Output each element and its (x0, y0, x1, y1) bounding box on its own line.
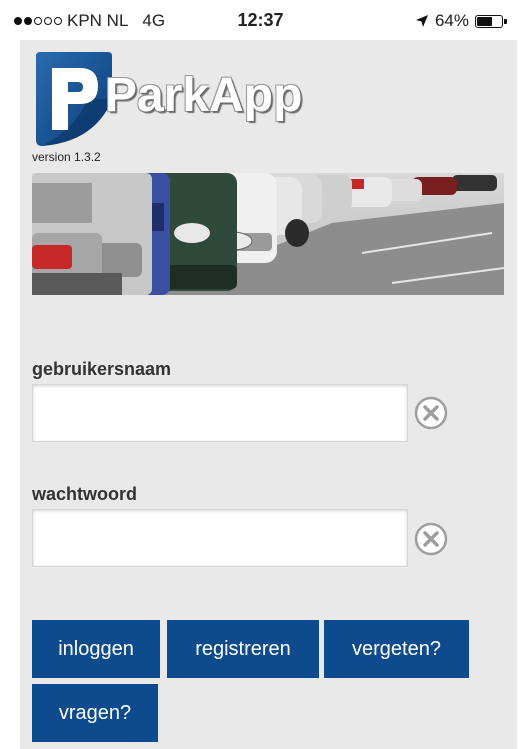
battery-fill (477, 16, 493, 26)
register-button[interactable]: registreren (167, 620, 319, 678)
username-clear-icon[interactable] (414, 396, 448, 430)
app-version: version 1.3.2 (32, 150, 101, 164)
app-screen: ParkApp version 1.3.2 gebruikersnaam wac… (20, 40, 517, 749)
battery-icon (475, 14, 507, 28)
username-input[interactable] (32, 384, 408, 442)
location-arrow-icon (415, 15, 428, 27)
status-right: 64% (415, 11, 507, 31)
parked-cars-photo (32, 173, 504, 295)
username-label: gebruikersnaam (32, 359, 172, 379)
parkapp-logo-icon (36, 52, 112, 146)
forgot-button[interactable]: vergeten? (324, 620, 469, 678)
battery-percent: 64% (434, 11, 469, 30)
questions-button[interactable]: vragen? (32, 684, 158, 742)
password-label: wachtwoord (32, 484, 138, 504)
status-bar: KPN NL 4G 12:37 64% (0, 0, 521, 40)
password-input[interactable] (32, 509, 408, 567)
app-title: ParkApp (105, 69, 303, 122)
password-clear-icon[interactable] (414, 522, 448, 556)
login-button[interactable]: inloggen (32, 620, 160, 678)
